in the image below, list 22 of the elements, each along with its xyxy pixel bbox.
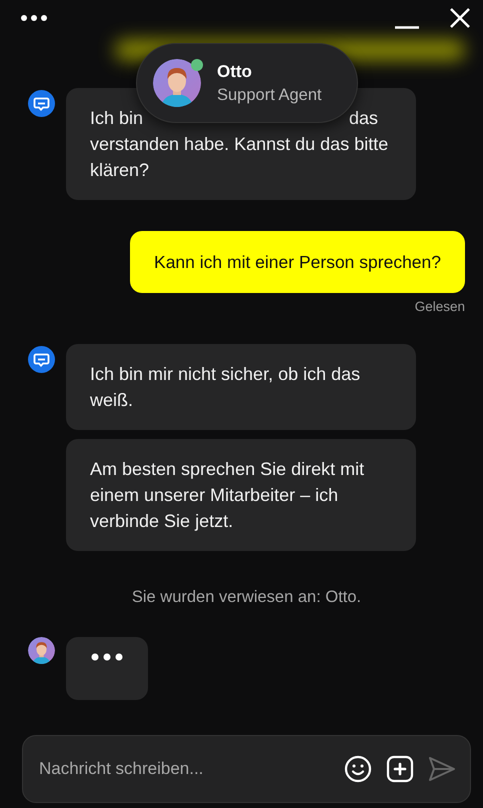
chat-bot-icon [28,346,55,373]
message-text: Ich bin [90,107,144,130]
system-message: Sie wurden verwiesen an: Otto. [130,588,362,607]
agent-role: Support Agent [217,86,322,104]
add-attachment-icon[interactable] [386,755,414,783]
message-text: Ich bin mir nicht sicher, ob ich das weiß. [90,364,360,410]
minimize-button[interactable] [395,26,419,29]
message-text: das [348,107,378,130]
typing-dots-icon [91,653,123,661]
message-input[interactable]: Nachricht schreiben... [37,758,330,780]
menu-button[interactable] [20,14,48,22]
close-button[interactable] [449,6,471,28]
emoji-icon[interactable] [344,755,372,783]
message-bubble: Kann ich mit einer Person sprechen? [130,231,465,293]
read-status: Gelesen [414,299,465,314]
chat-bot-icon [28,90,55,117]
send-icon[interactable] [428,756,456,782]
avatar [153,59,201,107]
avatar [28,637,55,664]
message-text: verstanden habe. Kannst du das bitte klären? [90,133,390,182]
message-text: Am besten sprechen Sie direkt mit einem unserer Mitarbeiter – ich verbinde Sie jetzt. [90,459,364,531]
agent-name: Otto [217,62,253,82]
